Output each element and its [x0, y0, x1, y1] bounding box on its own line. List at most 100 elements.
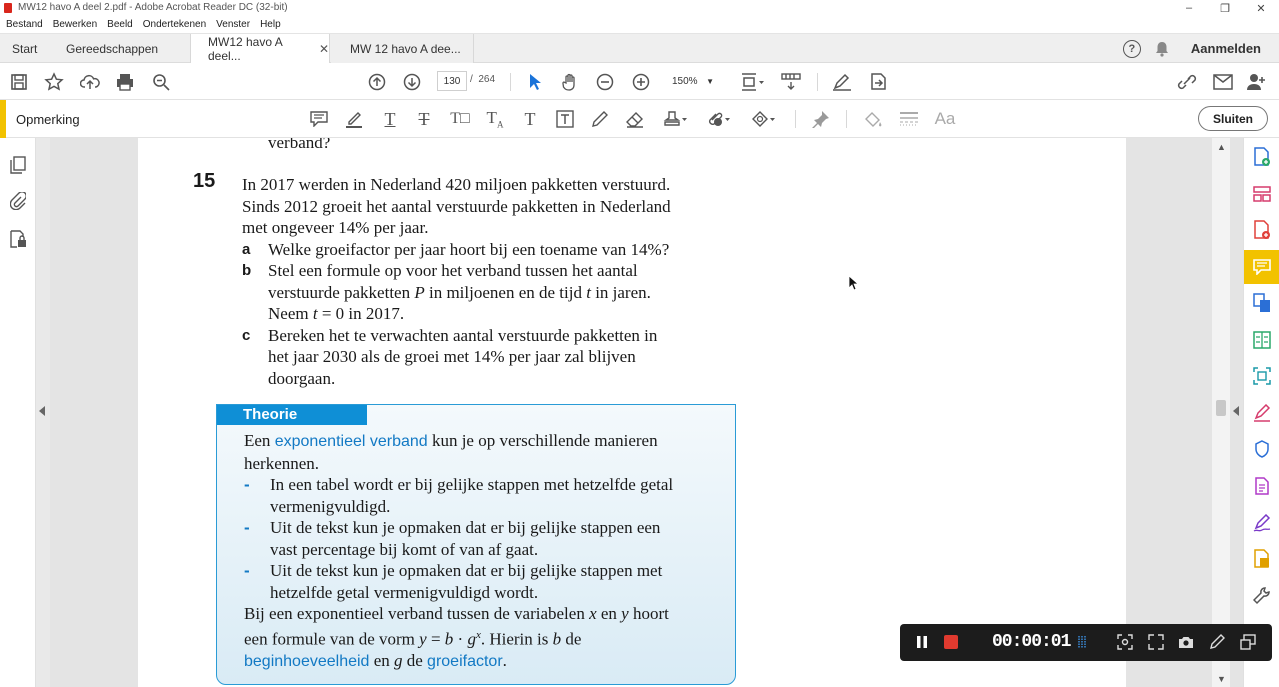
export-pdf-icon[interactable]	[1251, 146, 1273, 168]
menu-bestand[interactable]: Bestand	[6, 19, 43, 30]
scroll-up-arrow-icon[interactable]: ▲	[1217, 142, 1226, 152]
restore-button[interactable]: ❐	[1207, 0, 1243, 16]
comment-tool-icon[interactable]	[1251, 256, 1273, 278]
more-tools-wrench-icon[interactable]	[1251, 585, 1273, 607]
zoom-search-icon[interactable]	[150, 71, 172, 93]
collapse-right-arrow-icon[interactable]	[1233, 406, 1239, 416]
underline-text-icon[interactable]: T	[379, 109, 401, 129]
scroll-down-arrow-icon[interactable]: ▼	[1217, 674, 1226, 684]
menu-bewerken[interactable]: Bewerken	[53, 19, 97, 30]
menu-beeld[interactable]: Beeld	[107, 19, 133, 30]
stamp-icon[interactable]	[662, 109, 690, 129]
bullet-text: hetzelfde getal vermenigvuldigd wordt.	[270, 582, 539, 602]
scroll-mode-icon[interactable]	[780, 71, 802, 93]
screenshot-camera-icon[interactable]	[1176, 632, 1196, 652]
vertical-scrollbar[interactable]: ▲ ▼	[1212, 138, 1230, 687]
acrobat-app-icon	[4, 3, 12, 13]
pencil-draw-icon[interactable]	[589, 109, 611, 129]
send-for-review-icon[interactable]	[1251, 548, 1273, 570]
compare-files-icon[interactable]	[1251, 329, 1273, 351]
minimize-button[interactable]: –	[1171, 0, 1207, 16]
zoom-in-icon[interactable]	[630, 71, 652, 93]
next-page-icon[interactable]	[401, 71, 423, 93]
camera-region-icon[interactable]	[1115, 632, 1135, 652]
add-text-icon[interactable]: T	[519, 109, 541, 129]
collapse-left-arrow-icon[interactable]	[39, 406, 45, 416]
variable: g	[394, 650, 403, 670]
request-signature-icon[interactable]	[1251, 512, 1273, 534]
menu-ondertekenen[interactable]: Ondertekenen	[143, 19, 206, 30]
recording-timer: 00:00:01	[992, 632, 1071, 652]
strikethrough-text-icon[interactable]: T	[413, 109, 435, 129]
toolbar-divider	[846, 110, 847, 128]
menu-venster[interactable]: Venster	[216, 19, 250, 30]
page-view-icon[interactable]	[738, 71, 768, 93]
left-collapse-handle[interactable]	[36, 138, 50, 687]
page-total: / 264	[470, 74, 495, 85]
replace-text-icon[interactable]: T□	[449, 109, 471, 129]
theory-line: beginhoeveelheid en g de groeifactor.	[244, 650, 729, 673]
bullet-dash: -	[244, 475, 250, 494]
tab-document-1[interactable]: MW12 havo A deel... ✕	[190, 34, 330, 63]
edit-pdf-icon[interactable]	[1251, 475, 1273, 497]
security-lock-icon[interactable]	[7, 228, 29, 250]
select-cursor-icon[interactable]	[524, 71, 546, 93]
theory-line: een formule van de vorm y = b · gx. Hier…	[244, 625, 729, 650]
pause-icon[interactable]	[912, 632, 932, 652]
close-tab-icon[interactable]: ✕	[319, 42, 329, 56]
page-number-input[interactable]: 130	[437, 71, 467, 91]
close-window-button[interactable]: ✕	[1243, 0, 1279, 16]
insert-text-icon[interactable]: TA	[484, 108, 506, 129]
combine-files-icon[interactable]	[1251, 292, 1273, 314]
stop-record-icon[interactable]	[941, 632, 961, 652]
highlighter-icon[interactable]	[343, 109, 365, 129]
subquestion-text: doorgaan.	[268, 368, 336, 388]
link-edit-icon[interactable]	[1176, 71, 1198, 93]
upload-cloud-icon[interactable]	[79, 71, 101, 93]
organize-pages-icon[interactable]	[1251, 183, 1273, 205]
eraser-icon[interactable]	[624, 109, 646, 129]
fill-sign-icon[interactable]	[1251, 402, 1273, 424]
zoom-select[interactable]: 150% ▼	[666, 71, 720, 91]
previous-page-icon[interactable]	[366, 71, 388, 93]
keyword-growth-factor: groeifactor	[427, 652, 503, 670]
shapes-icon[interactable]	[750, 109, 778, 129]
question-intro-line: In 2017 werden in Nederland 420 miljoen …	[242, 175, 671, 194]
hand-tool-icon[interactable]	[559, 71, 581, 93]
theory-bullet: - In een tabel wordt er bij gelijke stap…	[244, 474, 729, 517]
notification-bell-icon[interactable]	[1155, 41, 1169, 57]
attachments-paperclip-icon[interactable]	[7, 190, 29, 212]
email-icon[interactable]	[1212, 71, 1234, 93]
chevron-down-icon: ▼	[706, 76, 714, 86]
minimize-widget-icon[interactable]	[1238, 632, 1258, 652]
close-comment-toolbar-button[interactable]: Sluiten	[1198, 106, 1268, 131]
bookmark-star-icon[interactable]	[43, 71, 65, 93]
signin-link[interactable]: Aanmelden	[1191, 41, 1261, 56]
text-box-icon[interactable]	[554, 109, 576, 129]
variable: y	[419, 629, 427, 649]
sticky-note-icon[interactable]	[308, 109, 330, 129]
tab-document-2[interactable]: MW 12 havo A dee...	[331, 34, 474, 63]
scan-ocr-icon[interactable]	[1251, 365, 1273, 387]
tab-start[interactable]: Start	[12, 34, 37, 63]
protect-shield-icon[interactable]	[1251, 438, 1273, 460]
menu-help[interactable]: Help	[260, 19, 281, 30]
tab-tools[interactable]: Gereedschappen	[66, 34, 158, 63]
save-icon[interactable]	[8, 71, 30, 93]
create-pdf-icon[interactable]	[1251, 219, 1273, 241]
fullscreen-icon[interactable]	[1146, 632, 1166, 652]
subquestion-text: Bereken het te verwachten aantal verstuu…	[268, 325, 658, 345]
title-bar: MW12 havo A deel 2.pdf - Adobe Acrobat R…	[0, 0, 1279, 16]
text-span: Bij een exponentieel verband tussen de v…	[244, 604, 590, 623]
page-thumbnails-icon[interactable]	[7, 154, 29, 176]
add-user-icon[interactable]	[1245, 71, 1267, 93]
theory-line: Een exponentieel verband kun je op versc…	[244, 430, 729, 453]
help-icon[interactable]: ?	[1122, 39, 1141, 58]
attach-file-icon[interactable]	[705, 109, 733, 129]
scrollbar-thumb[interactable]	[1216, 400, 1226, 416]
sign-pen-icon[interactable]	[831, 71, 853, 93]
share-send-icon[interactable]	[867, 71, 889, 93]
print-icon[interactable]	[114, 71, 136, 93]
draw-pen-icon[interactable]	[1207, 632, 1227, 652]
zoom-out-icon[interactable]	[594, 71, 616, 93]
